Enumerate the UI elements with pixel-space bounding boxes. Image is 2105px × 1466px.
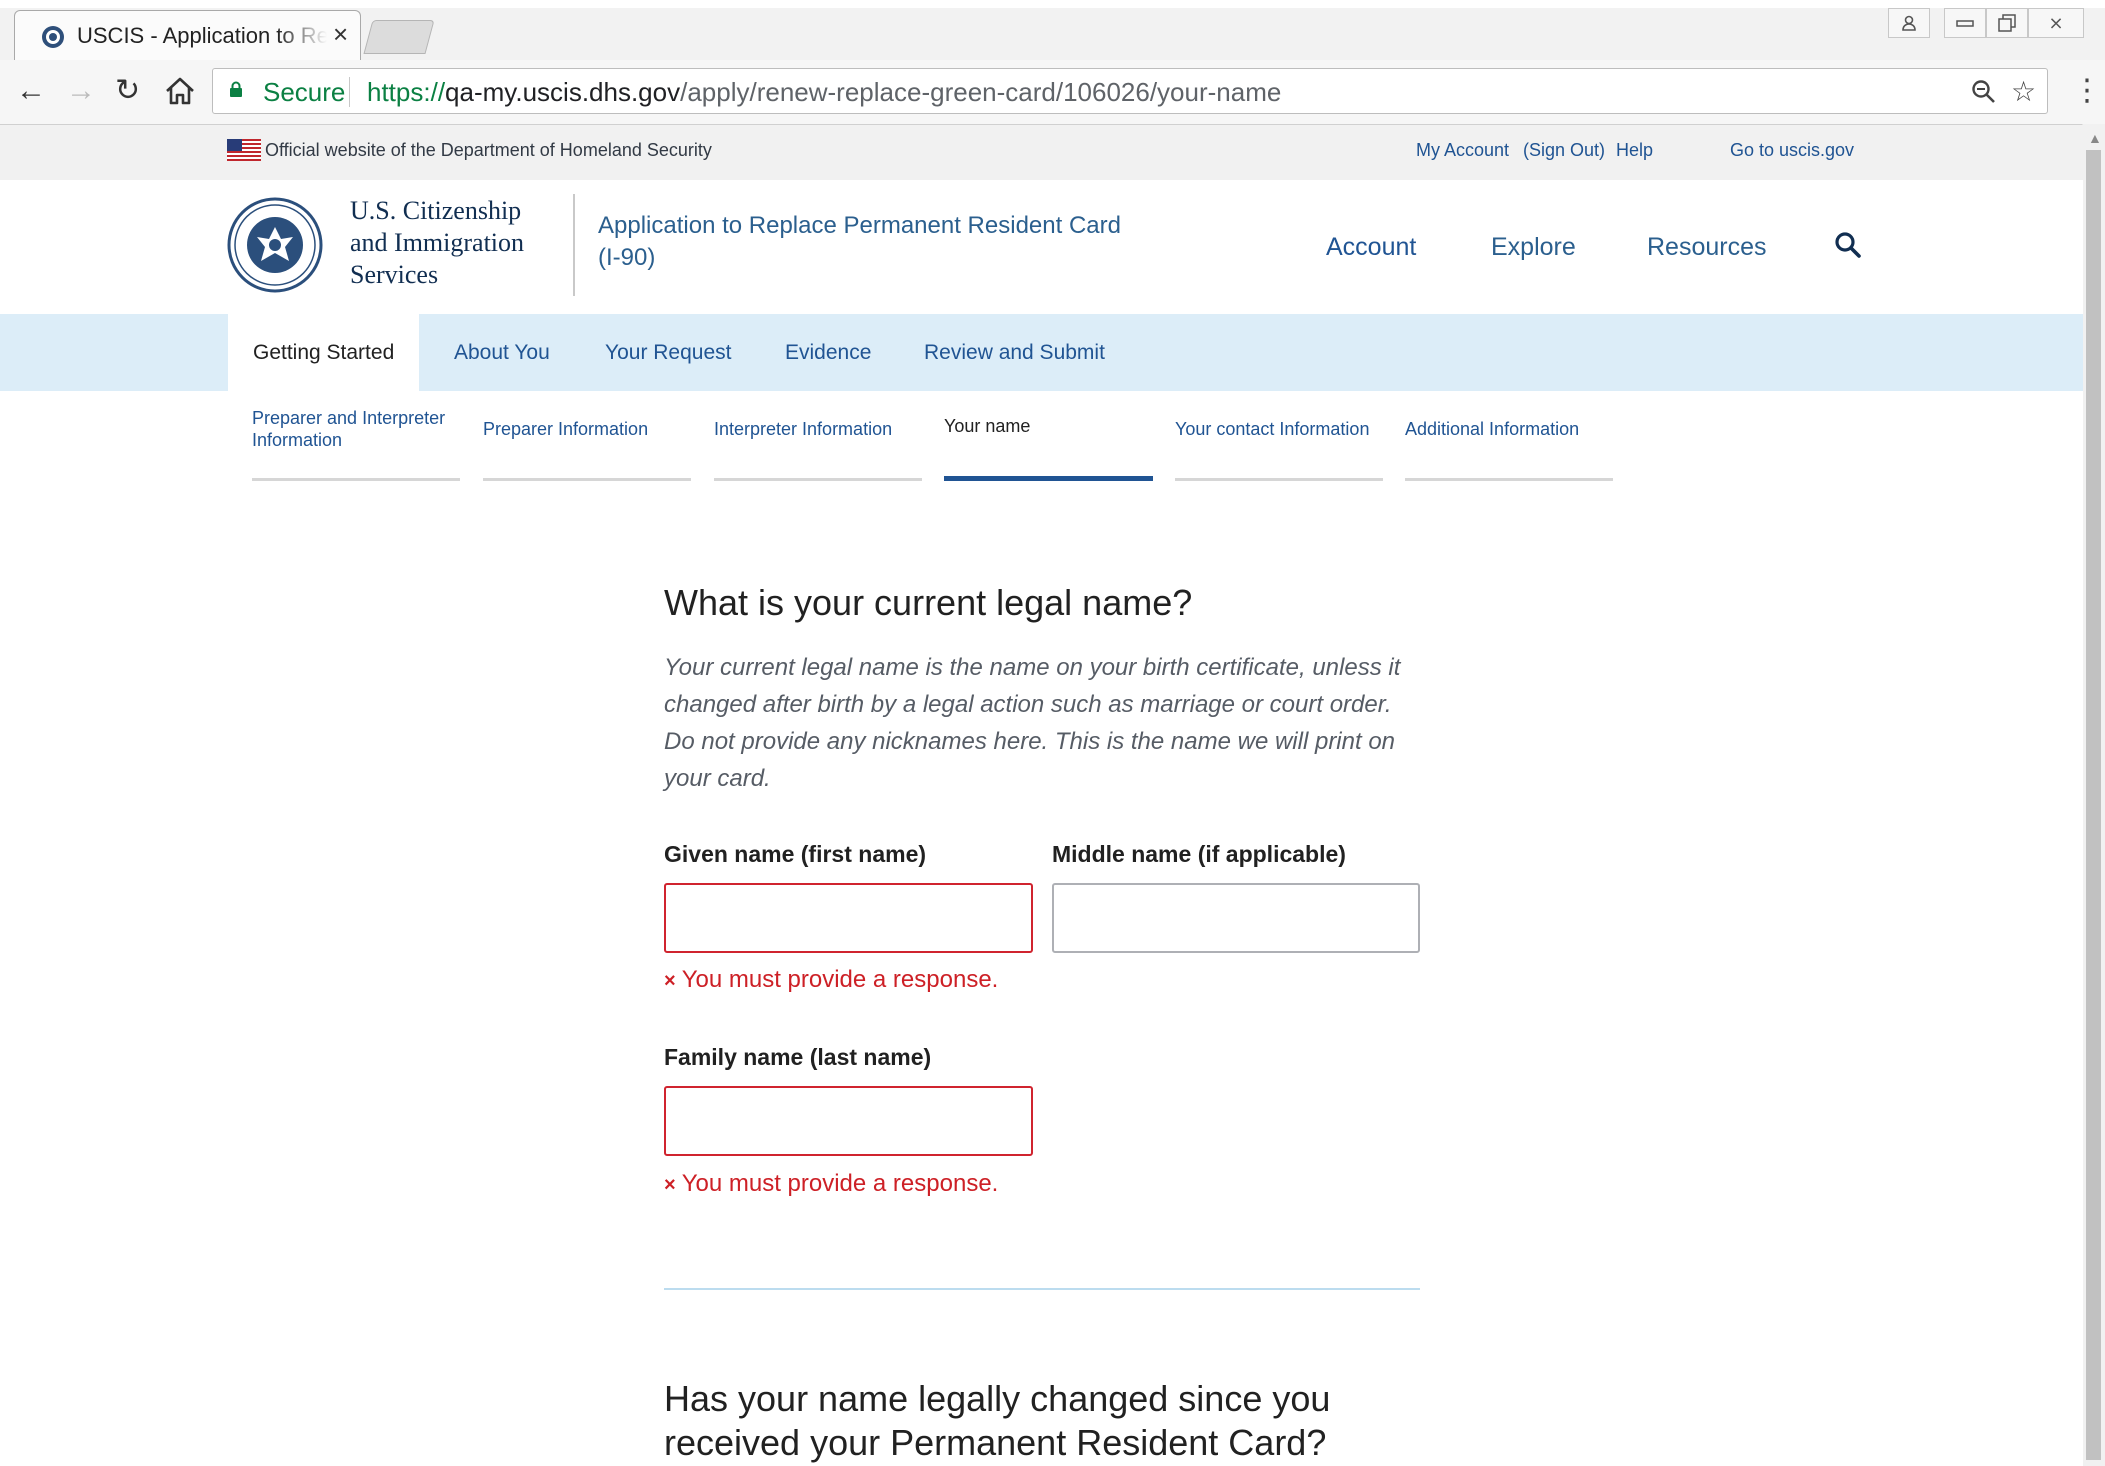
reload-icon[interactable]: ↻ — [115, 74, 140, 108]
given-name-field[interactable] — [664, 883, 1033, 953]
substep-label: Interpreter Information — [714, 419, 893, 439]
step-navigation: Getting Started About You Your Request E… — [0, 314, 2083, 391]
substep-additional-information[interactable]: Additional Information — [1405, 391, 1613, 481]
scroll-thumb[interactable] — [2086, 150, 2101, 1460]
url-path: /apply/renew-replace-green-card/106026/y… — [680, 77, 1282, 107]
url-scheme: https:// — [367, 77, 446, 107]
middle-name-field[interactable] — [1052, 883, 1420, 953]
application-title: Application to Replace Permanent Residen… — [598, 212, 1121, 271]
restore-icon[interactable] — [1986, 8, 2028, 38]
agency-line-1: U.S. Citizenship — [350, 196, 522, 225]
family-name-error: × You must provide a response. — [664, 1170, 998, 1198]
error-x-icon: × — [664, 970, 676, 992]
next-question-title: Has your name legally changed since you … — [664, 1378, 1331, 1463]
zoom-icon[interactable] — [1971, 79, 1997, 105]
official-banner: Official website of the Department of Ho… — [0, 125, 2083, 180]
window-controls — [1888, 8, 1930, 38]
back-arrow-icon[interactable]: ← — [16, 74, 46, 108]
uscis-page: Official website of the Department of Ho… — [0, 125, 2083, 1466]
given-name-input[interactable] — [666, 885, 1031, 951]
nav-explore[interactable]: Explore — [1491, 233, 1576, 262]
browser-toolbar: ← → ↻ Secure https://qa-my.uscis.dhs.gov… — [0, 60, 2105, 125]
forward-arrow-icon[interactable]: → — [66, 74, 96, 108]
url-text[interactable]: https://qa-my.uscis.dhs.gov/apply/renew-… — [367, 77, 1281, 108]
given-name-label: Given name (first name) — [664, 841, 927, 867]
scroll-up-icon[interactable]: ▲ — [2088, 130, 2102, 146]
substep-label: Your name — [944, 416, 1031, 436]
agency-name[interactable]: U.S. Citizenship and Immigration Service… — [350, 195, 524, 291]
official-website-text: Official website of the Department of Ho… — [265, 140, 712, 160]
my-account-link[interactable]: My Account — [1416, 140, 1509, 161]
tab-getting-started[interactable]: Getting Started — [228, 314, 420, 391]
question-title: What is your current legal name? — [664, 582, 1193, 623]
substep-contact-information[interactable]: Your contact Information — [1175, 391, 1383, 481]
substep-label: Additional Information — [1405, 419, 1580, 439]
tab-close-icon[interactable]: × — [333, 19, 348, 50]
profile-icon[interactable] — [1888, 8, 1930, 38]
middle-name-label: Middle name (if applicable) — [1052, 841, 1346, 867]
given-name-error: × You must provide a response. — [664, 966, 998, 994]
window-buttons: ⨯ — [1944, 8, 2084, 38]
sign-out-link[interactable]: (Sign Out) — [1523, 140, 1605, 161]
agency-line-2: and Immigration — [350, 228, 525, 257]
tab-title: USCIS - Application to Re — [77, 23, 327, 48]
url-separator — [349, 77, 350, 107]
search-icon[interactable] — [1834, 231, 1862, 259]
browser-tab[interactable]: USCIS - Application to Re × — [14, 10, 361, 61]
close-window-icon[interactable]: ⨯ — [2028, 8, 2084, 38]
substep-label: Preparer Information — [483, 419, 649, 439]
help-link[interactable]: Help — [1616, 140, 1653, 161]
tab-evidence[interactable]: Evidence — [785, 314, 871, 391]
substep-preparer-interpreter[interactable]: Preparer and Interpreter Information — [252, 391, 460, 481]
middle-name-input[interactable] — [1054, 885, 1418, 951]
error-message: You must provide a response. — [681, 966, 999, 993]
home-icon[interactable] — [164, 76, 196, 106]
new-tab-button[interactable] — [363, 20, 435, 54]
error-x-icon: × — [664, 1174, 676, 1196]
substep-label: Preparer and Interpreter Information — [252, 408, 446, 450]
site-header: U.S. Citizenship and Immigration Service… — [0, 180, 2083, 314]
secure-label: Secure — [263, 77, 346, 107]
address-bar[interactable]: Secure https://qa-my.uscis.dhs.gov/apply… — [212, 68, 2048, 114]
tab-your-request[interactable]: Your Request — [605, 314, 731, 391]
family-name-field[interactable] — [664, 1086, 1033, 1156]
go-to-uscis-link[interactable]: Go to uscis.gov — [1730, 140, 1854, 161]
agency-line-3: Services — [350, 260, 439, 289]
minimize-icon[interactable] — [1944, 8, 1986, 38]
page-scrollbar[interactable]: ▲ — [2082, 124, 2105, 1466]
dhs-favicon-icon — [42, 26, 64, 48]
lock-icon — [230, 81, 242, 97]
substep-preparer-information[interactable]: Preparer Information — [483, 391, 691, 481]
tab-about-you[interactable]: About You — [454, 314, 550, 391]
tab-review-and-submit[interactable]: Review and Submit — [924, 314, 1105, 391]
error-message: You must provide a response. — [681, 1170, 999, 1197]
nav-account[interactable]: Account — [1326, 233, 1416, 262]
url-host: qa-my.uscis.dhs.gov — [445, 77, 681, 107]
family-name-label: Family name (last name) — [664, 1044, 932, 1070]
family-name-input[interactable] — [666, 1088, 1031, 1154]
question-help-text: Your current legal name is the name on y… — [664, 654, 1401, 792]
bookmark-star-icon[interactable]: ☆ — [2011, 75, 2036, 108]
section-divider — [664, 1288, 1420, 1290]
substep-label: Your contact Information — [1175, 419, 1370, 439]
us-flag-icon — [227, 139, 261, 161]
nav-resources[interactable]: Resources — [1647, 233, 1767, 262]
header-divider — [573, 194, 575, 296]
tabbar-edge — [0, 0, 2105, 8]
substep-navigation: Preparer and Interpreter Information Pre… — [0, 391, 2083, 481]
browser-menu-icon[interactable]: ⋮ — [2072, 74, 2102, 108]
dhs-seal-icon[interactable] — [227, 197, 323, 293]
browser-tabbar: USCIS - Application to Re × ⨯ — [0, 0, 2105, 61]
substep-interpreter-information[interactable]: Interpreter Information — [714, 391, 922, 481]
substep-your-name[interactable]: Your name — [944, 391, 1153, 481]
